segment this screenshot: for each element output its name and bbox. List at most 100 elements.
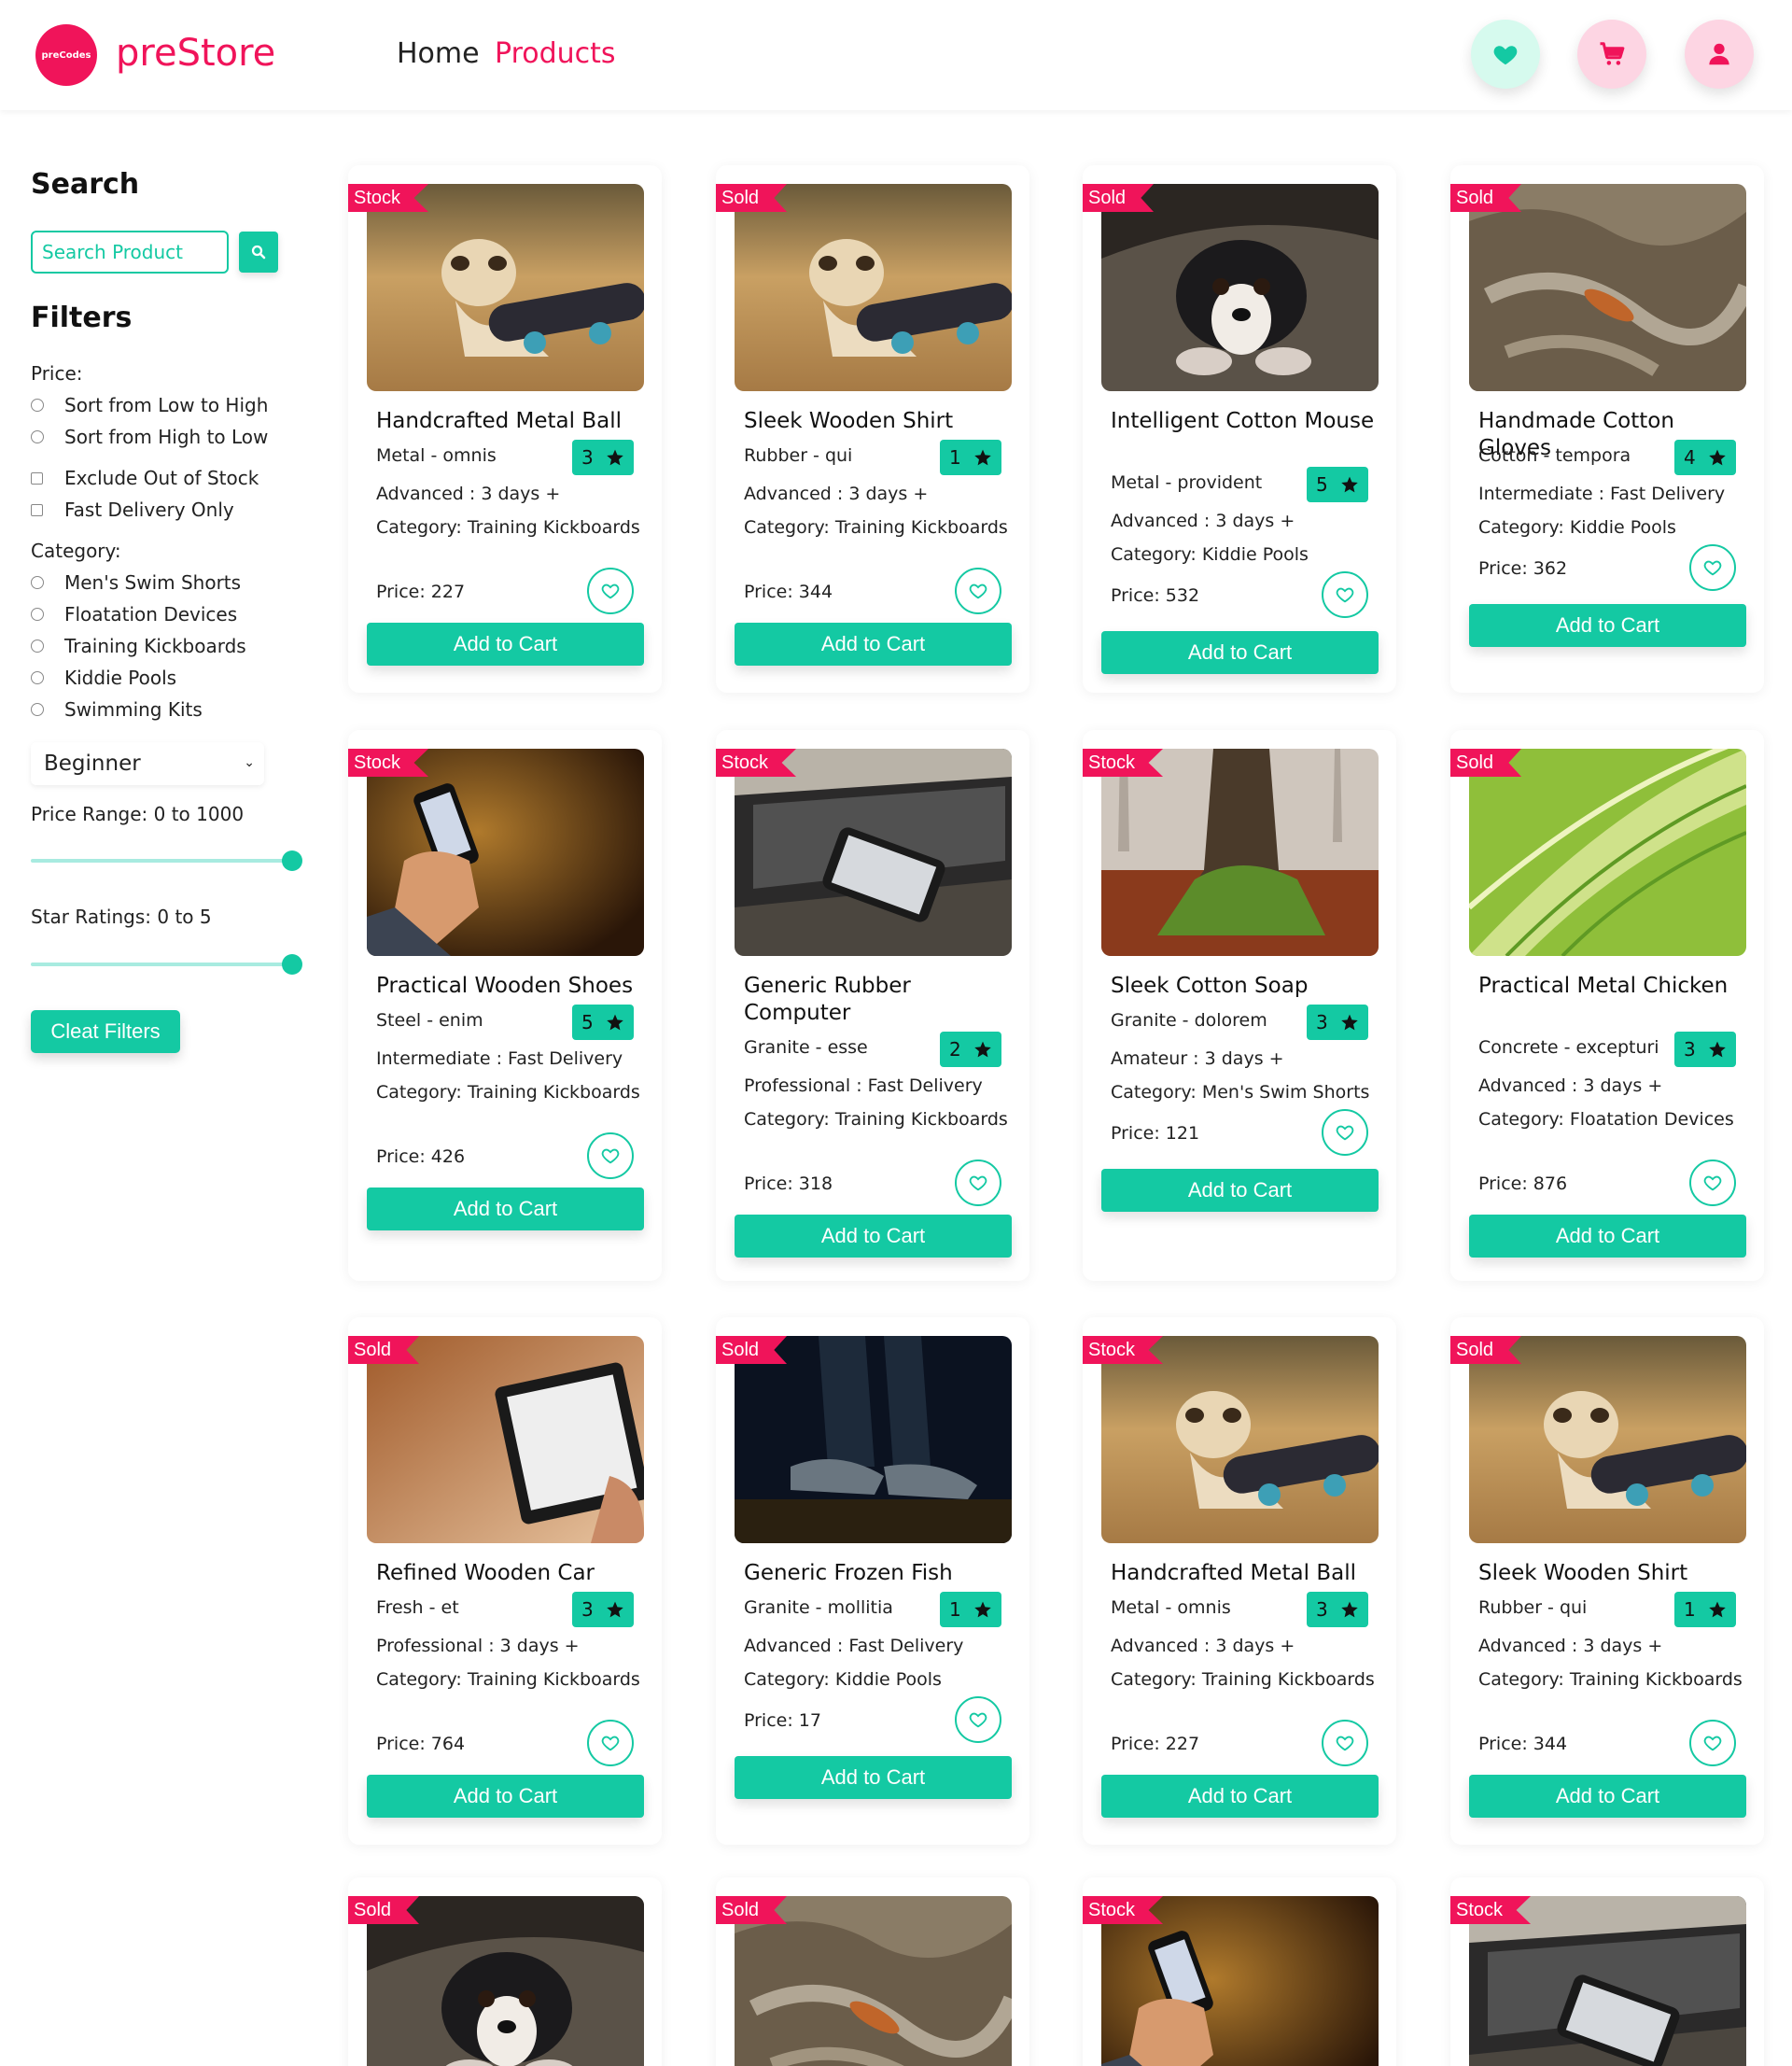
add-to-cart-button[interactable]: Add to Cart (1469, 1215, 1746, 1258)
add-to-cart-button[interactable]: Add to Cart (1469, 604, 1746, 647)
radio-button[interactable] (31, 671, 44, 684)
cart-button[interactable] (1577, 20, 1646, 89)
product-name[interactable]: Practical Wooden Shoes (376, 973, 647, 1000)
checkbox[interactable] (31, 503, 43, 516)
product-card[interactable]: Stock Practical Wooden Shoes Steel - enim 5… (348, 730, 662, 1281)
add-to-cart-button[interactable]: Add to Cart (1101, 1775, 1379, 1818)
category-option-training-kickboards[interactable]: Training Kickboards (31, 635, 246, 657)
product-image[interactable] (735, 1336, 1012, 1543)
product-name[interactable]: Generic Frozen Fish (744, 1560, 1015, 1587)
search-button[interactable] (239, 232, 278, 273)
add-to-cart-button[interactable]: Add to Cart (367, 1188, 644, 1230)
radio-button[interactable] (31, 703, 44, 716)
add-to-cart-button[interactable]: Add to Cart (367, 623, 644, 666)
radio-button[interactable] (31, 430, 44, 443)
category-option-floatation-devices[interactable]: Floatation Devices (31, 603, 237, 625)
product-card[interactable]: Sold Sleek Wooden Shirt Rubber - qui 1 Advan… (1450, 1317, 1764, 1845)
add-to-wishlist-button[interactable] (1322, 1720, 1368, 1766)
wishlist-button[interactable] (1471, 20, 1540, 89)
product-card[interactable]: Sold (716, 1877, 1029, 2066)
product-card[interactable]: Stock (1083, 1877, 1396, 2066)
nav-home-link[interactable]: Home (397, 37, 480, 70)
add-to-wishlist-button[interactable] (1322, 1109, 1368, 1156)
product-name[interactable]: Sleek Cotton Soap (1111, 973, 1381, 1000)
add-to-wishlist-button[interactable] (1322, 571, 1368, 618)
add-to-wishlist-button[interactable] (1689, 544, 1736, 591)
fast-delivery-option[interactable]: Fast Delivery Only (31, 499, 234, 521)
product-name[interactable]: Sleek Wooden Shirt (744, 408, 1015, 435)
add-to-cart-button[interactable]: Add to Cart (735, 1215, 1012, 1258)
add-to-wishlist-button[interactable] (1689, 1159, 1736, 1206)
radio-button[interactable] (31, 576, 44, 589)
radio-button[interactable] (31, 608, 44, 621)
add-to-wishlist-button[interactable] (955, 568, 1001, 614)
category-option-mens-swim-shorts[interactable]: Men's Swim Shorts (31, 571, 241, 594)
product-card[interactable]: Sold Sleek Wooden Shirt Rubber - qui 1 Advan… (716, 165, 1029, 693)
add-to-cart-button[interactable]: Add to Cart (367, 1775, 644, 1818)
sort-high-low-option[interactable]: Sort from High to Low (31, 426, 268, 448)
product-card[interactable]: Stock Handcrafted Metal Ball Metal - omnis… (348, 165, 662, 693)
product-card[interactable]: Sold Generic Frozen Fish Granite - molliti… (716, 1317, 1029, 1845)
level-select-value: Beginner (44, 752, 141, 776)
product-image[interactable] (1101, 749, 1379, 956)
product-material: Granite - mollitia (744, 1597, 893, 1618)
product-card[interactable]: Sold Practical Metal Chicken Concrete - ex… (1450, 730, 1764, 1281)
brand-name[interactable]: preStore (116, 32, 275, 75)
product-image[interactable] (735, 749, 1012, 956)
product-name[interactable]: Sleek Wooden Shirt (1478, 1560, 1749, 1587)
product-image[interactable] (367, 1336, 644, 1543)
add-to-cart-button[interactable]: Add to Cart (1101, 631, 1379, 674)
add-to-cart-button[interactable]: Add to Cart (735, 623, 1012, 666)
product-card[interactable]: Stock Sleek Cotton Soap Granite - dolorem 3… (1083, 730, 1396, 1281)
product-name[interactable]: Handcrafted Metal Ball (376, 408, 647, 435)
category-label: Category: (31, 540, 121, 562)
category-option-swimming-kits[interactable]: Swimming Kits (31, 698, 203, 721)
add-to-cart-button[interactable]: Add to Cart (1101, 1169, 1379, 1212)
add-to-cart-button[interactable]: Add to Cart (735, 1756, 1012, 1799)
product-name[interactable]: Handcrafted Metal Ball (1111, 1560, 1381, 1587)
exclude-out-of-stock-option[interactable]: Exclude Out of Stock (31, 467, 259, 489)
product-image[interactable] (367, 184, 644, 391)
nav-products-link[interactable]: Products (495, 37, 616, 70)
add-to-wishlist-button[interactable] (955, 1696, 1001, 1743)
product-image[interactable] (1469, 749, 1746, 956)
user-account-button[interactable] (1685, 20, 1754, 89)
product-image[interactable] (1469, 184, 1746, 391)
slider-handle[interactable] (282, 954, 302, 975)
search-input[interactable] (31, 231, 229, 274)
product-card[interactable]: Stock (1450, 1877, 1764, 2066)
add-to-wishlist-button[interactable] (1689, 1720, 1736, 1766)
price-range-slider[interactable] (31, 850, 302, 871)
checkbox[interactable] (31, 471, 43, 485)
product-name[interactable]: Refined Wooden Car (376, 1560, 647, 1587)
star-ratings-slider[interactable] (31, 954, 302, 975)
add-to-wishlist-button[interactable] (955, 1159, 1001, 1206)
product-name[interactable]: Practical Metal Chicken (1478, 973, 1749, 1000)
add-to-cart-button[interactable]: Add to Cart (1469, 1775, 1746, 1818)
sort-low-high-label: Sort from Low to High (64, 394, 269, 416)
add-to-wishlist-button[interactable] (587, 1132, 634, 1179)
product-card[interactable]: Sold (348, 1877, 662, 2066)
product-image[interactable] (1101, 1336, 1379, 1543)
product-card[interactable]: Sold Handmade Cotton Gloves Cotton - tempo… (1450, 165, 1764, 693)
sort-low-high-option[interactable]: Sort from Low to High (31, 394, 268, 416)
product-card[interactable]: Stock Handcrafted Metal Ball Metal - omnis… (1083, 1317, 1396, 1845)
product-image[interactable] (367, 749, 644, 956)
product-name[interactable]: Intelligent Cotton Mouse (1111, 408, 1381, 435)
product-card[interactable]: Sold Refined Wooden Car Fresh - et 3 Profess… (348, 1317, 662, 1845)
clear-filters-button[interactable]: Cleat Filters (31, 1010, 180, 1053)
add-to-wishlist-button[interactable] (587, 1720, 634, 1766)
product-image[interactable] (1101, 184, 1379, 391)
product-image[interactable] (735, 184, 1012, 391)
logo-badge[interactable]: preCodes (35, 24, 97, 86)
product-image[interactable] (1469, 1336, 1746, 1543)
level-select[interactable]: Beginner ⌄ (31, 742, 264, 785)
radio-button[interactable] (31, 639, 44, 653)
radio-button[interactable] (31, 399, 44, 412)
product-card[interactable]: Sold Intelligent Cotton Mouse Metal - prov… (1083, 165, 1396, 693)
add-to-wishlist-button[interactable] (587, 568, 634, 614)
product-name[interactable]: Generic Rubber Computer (744, 973, 1015, 1027)
category-option-kiddie-pools[interactable]: Kiddie Pools (31, 667, 176, 689)
product-card[interactable]: Stock Generic Rubber Computer Granite - es… (716, 730, 1029, 1281)
slider-handle[interactable] (282, 850, 302, 871)
